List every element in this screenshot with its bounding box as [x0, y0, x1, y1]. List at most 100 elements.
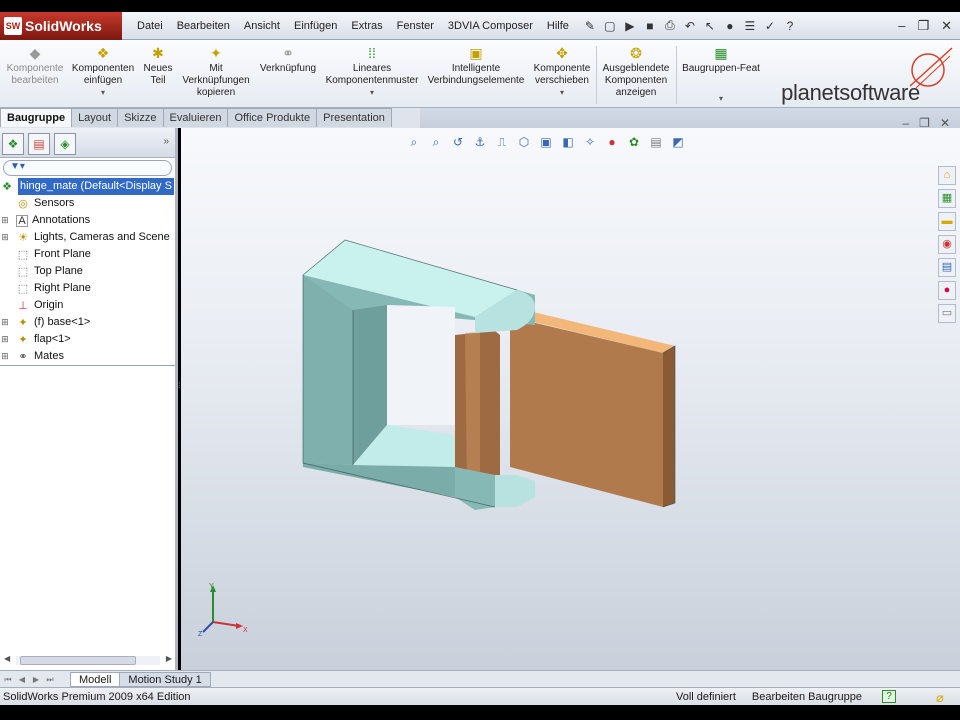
tree-filter-input[interactable]: ▼▾ [3, 160, 172, 176]
move-component-button[interactable]: ✥ Komponente verschieben ▾ [530, 44, 594, 99]
search-icon[interactable]: ◉ [938, 235, 956, 254]
feature-tree-tab-icon[interactable]: ❖ [2, 133, 24, 155]
scroll-right-icon[interactable]: ▶ [166, 654, 172, 663]
tree-item-sensors[interactable]: ◎ Sensors [0, 195, 175, 212]
close-icon[interactable]: ✕ [941, 18, 952, 34]
appearances-icon[interactable]: ● [938, 281, 956, 300]
expand-icon[interactable]: ⊞ [0, 212, 10, 229]
view-settings-icon[interactable]: ✿ [626, 134, 642, 150]
tree-root-assembly[interactable]: ❖ hinge_mate (Default<Display S [0, 178, 175, 195]
scroll-left-icon[interactable]: ◀ [4, 654, 10, 663]
minimize-icon[interactable]: – [902, 116, 909, 130]
tab-motion-study[interactable]: Motion Study 1 [119, 671, 211, 687]
help-icon[interactable]: ? [782, 18, 798, 34]
view-palette-icon[interactable]: ▤ [938, 258, 956, 277]
undo-icon[interactable]: ↶ [682, 18, 698, 34]
file-explorer-icon[interactable]: ▬ [938, 212, 956, 231]
minimize-icon[interactable]: – [898, 18, 905, 34]
previous-view-icon[interactable]: ↺ [450, 134, 466, 150]
mate-button[interactable]: ⚭ Verknüpfung [256, 44, 320, 75]
configuration-manager-tab-icon[interactable]: ◈ [54, 133, 76, 155]
tab-skizze[interactable]: Skizze [117, 108, 164, 127]
restore-icon[interactable]: ❐ [917, 18, 929, 34]
tree-item-base[interactable]: ⊞ ✦ (f) base<1> [0, 314, 175, 331]
smart-fasteners-button[interactable]: ▣ Intelligente Verbindungselemente [424, 44, 528, 87]
menu-einfuegen[interactable]: Einfügen [287, 20, 344, 32]
display-style-icon[interactable]: ▣ [538, 134, 554, 150]
open-folder-icon[interactable]: ▶ [622, 18, 638, 34]
options-icon[interactable]: ✓ [762, 18, 778, 34]
tree-item-right-plane[interactable]: ⬚ Right Plane [0, 280, 175, 297]
tab-layout[interactable]: Layout [71, 108, 119, 127]
quick-tips-help-icon[interactable]: ? [882, 690, 896, 703]
linear-pattern-button[interactable]: ⁞⁞ Lineares Komponentenmuster ▾ [324, 44, 420, 99]
edit-component-button[interactable]: ◆ Komponente bearbeiten [4, 44, 66, 87]
insert-components-button[interactable]: ❖ Komponenten einfügen ▾ [70, 44, 136, 99]
next-tab-icon[interactable]: ▶ [30, 673, 42, 686]
rebuild-icon[interactable]: ⌀ [936, 690, 950, 705]
tree-item-flap[interactable]: ⊞ ✦ flap<1> [0, 331, 175, 348]
dynamic-annotation-icon[interactable]: ⎍ [494, 134, 510, 150]
chevron-down-icon[interactable]: ▾ [70, 87, 136, 99]
solidworks-resources-icon[interactable]: ⌂ [938, 166, 956, 185]
pin-icon[interactable]: ✎ [582, 18, 598, 34]
menu-fenster[interactable]: Fenster [390, 20, 441, 32]
tree-item-annotations[interactable]: ⊞ A Annotations [0, 212, 175, 229]
tab-office-produkte[interactable]: Office Produkte [227, 108, 318, 127]
app-logo[interactable]: SW SolidWorks [0, 11, 122, 40]
expand-icon[interactable]: ⊞ [0, 229, 10, 246]
show-hidden-components-button[interactable]: ❂ Ausgeblendete Komponenten anzeigen [600, 44, 672, 99]
first-tab-icon[interactable]: ⏮ [2, 673, 14, 686]
menu-bearbeiten[interactable]: Bearbeiten [170, 20, 237, 32]
zoom-to-area-icon[interactable]: ⌕ [428, 134, 444, 150]
hinge-model[interactable] [295, 235, 685, 515]
chevron-down-icon[interactable]: ▾ [324, 87, 420, 99]
tree-item-front-plane[interactable]: ⬚ Front Plane [0, 246, 175, 263]
menu-3dvia-composer[interactable]: 3DVIA Composer [441, 20, 540, 32]
menu-hilfe[interactable]: Hilfe [540, 20, 576, 32]
tab-presentation[interactable]: Presentation [316, 108, 392, 127]
tree-item-mates[interactable]: ⊞ ⚭ Mates [0, 348, 175, 365]
scrollbar-thumb[interactable] [20, 656, 136, 665]
section-view-icon[interactable]: ⚓ [472, 134, 488, 150]
chevron-down-icon[interactable]: ▾ [530, 87, 594, 99]
design-library-icon[interactable]: ▦ [938, 189, 956, 208]
edit-appearance-icon[interactable]: ✧ [582, 134, 598, 150]
tab-modell[interactable]: Modell [70, 671, 121, 687]
close-icon[interactable]: ✕ [940, 116, 950, 130]
prev-tab-icon[interactable]: ◀ [16, 673, 28, 686]
property-manager-tab-icon[interactable]: ▤ [28, 133, 50, 155]
assembly-features-button[interactable]: ▦ Baugruppen-Feat ▾ [680, 44, 762, 105]
restore-icon[interactable]: ❐ [919, 116, 930, 130]
tree-horizontal-scrollbar[interactable]: ◀ ▶ [4, 654, 172, 666]
chevron-down-icon[interactable]: ▾ [680, 93, 762, 105]
save-icon[interactable]: ■ [642, 18, 658, 34]
realview-icon[interactable]: ▤ [648, 134, 664, 150]
new-document-icon[interactable]: ▢ [602, 18, 618, 34]
tree-item-lights-cameras[interactable]: ⊞ ☀ Lights, Cameras and Scene [0, 229, 175, 246]
expand-icon[interactable]: ⊞ [0, 331, 10, 348]
tree-item-origin[interactable]: ⊥ Origin [0, 297, 175, 314]
view-cube-icon[interactable]: ◩ [670, 134, 686, 150]
expand-icon[interactable]: ⊞ [0, 314, 10, 331]
tab-evaluieren[interactable]: Evaluieren [162, 108, 229, 127]
expand-icon[interactable]: ⊞ [0, 348, 10, 365]
tab-baugruppe[interactable]: Baugruppe [0, 108, 73, 127]
view-orientation-icon[interactable]: ⬡ [516, 134, 532, 150]
menu-ansicht[interactable]: Ansicht [237, 20, 287, 32]
hide-show-items-icon[interactable]: ◧ [560, 134, 576, 150]
new-part-button[interactable]: ✱ Neues Teil [140, 44, 176, 87]
last-tab-icon[interactable]: ⏭ [44, 673, 56, 686]
print-icon[interactable]: ⎙ [662, 18, 678, 34]
expand-panel-icon[interactable]: » [163, 136, 169, 147]
apply-scene-icon[interactable]: ● [604, 134, 620, 150]
rebuild-traffic-light-icon[interactable]: ● [722, 18, 738, 34]
custom-properties-icon[interactable]: ▭ [938, 304, 956, 323]
tree-item-top-plane[interactable]: ⬚ Top Plane [0, 263, 175, 280]
file-properties-icon[interactable]: ☰ [742, 18, 758, 34]
menu-datei[interactable]: Datei [130, 20, 170, 32]
menu-extras[interactable]: Extras [344, 20, 389, 32]
copy-with-mates-button[interactable]: ✦ Mit Verknüpfungen kopieren [180, 44, 252, 99]
zoom-to-fit-icon[interactable]: ⌕ [406, 134, 422, 150]
select-arrow-icon[interactable]: ↖ [702, 18, 718, 34]
